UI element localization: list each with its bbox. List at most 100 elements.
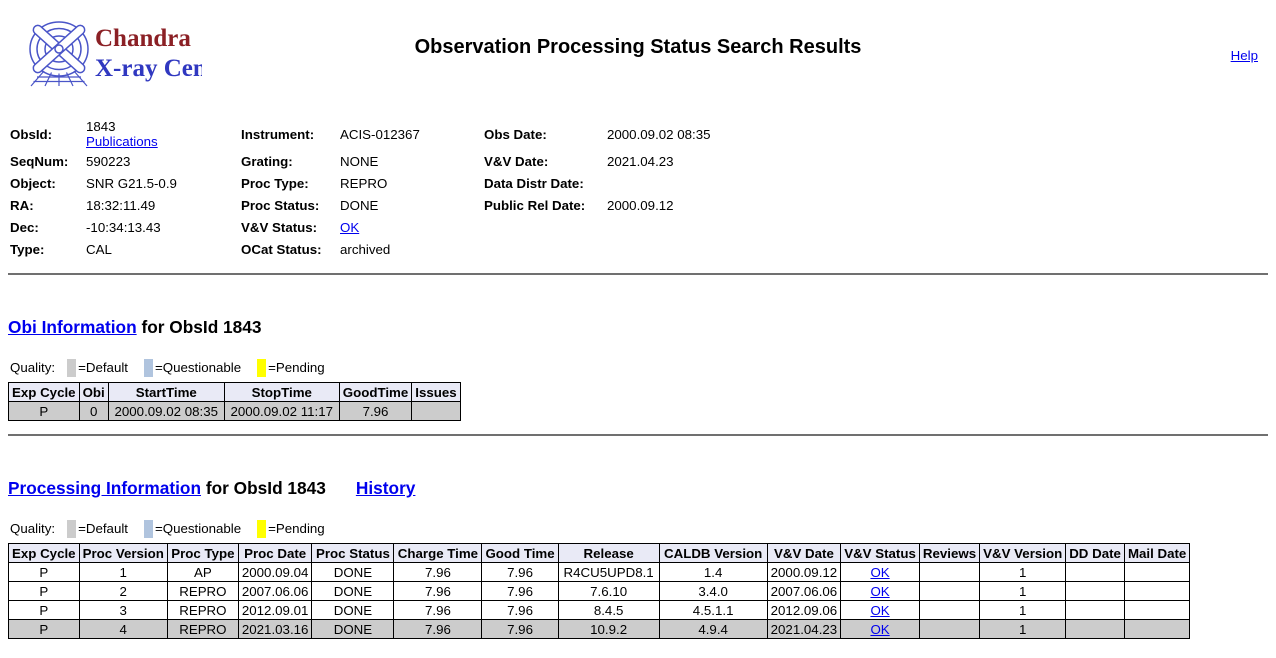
column-header: Exp Cycle (9, 544, 80, 563)
quality-swatch-questionable (144, 359, 153, 377)
detail-label: Grating: (239, 150, 338, 172)
detail-value: NONE (338, 150, 482, 172)
column-header: Good Time (482, 544, 558, 563)
vv-status-link[interactable]: OK (340, 220, 359, 235)
quality-swatch-default (67, 520, 76, 538)
table-cell (1124, 582, 1189, 601)
table-cell: 2007.06.06 (238, 582, 312, 601)
table-cell: 2000.09.02 11:17 (224, 402, 339, 421)
column-header: V&V Status (841, 544, 920, 563)
table-cell: 1 (980, 620, 1066, 639)
details-table: ObsId:1843PublicationsInstrument:ACIS-01… (8, 118, 713, 260)
column-header: DD Date (1066, 544, 1125, 563)
detail-label (482, 216, 605, 238)
logo-ground-grid (31, 71, 87, 86)
table-row: P4REPRO2021.03.16DONE7.967.9610.9.24.9.4… (9, 620, 1190, 639)
help-link[interactable]: Help (1231, 48, 1258, 63)
detail-label: Public Rel Date: (482, 194, 605, 216)
table-cell: 2000.09.12 (767, 563, 841, 582)
table-cell: 10.9.2 (558, 620, 659, 639)
column-header: CALDB Version (659, 544, 767, 563)
detail-value: SNR G21.5-0.9 (84, 172, 239, 194)
table-cell (1066, 601, 1125, 620)
page-title: Observation Processing Status Search Res… (8, 36, 1268, 59)
table-cell: 3.4.0 (659, 582, 767, 601)
detail-value: ACIS-012367 (338, 118, 482, 150)
vv-status-ok-link[interactable]: OK (870, 603, 889, 618)
table-cell: 1 (980, 601, 1066, 620)
quality-swatch-default (67, 359, 76, 377)
table-cell: 2021.04.23 (767, 620, 841, 639)
table-cell: 1 (980, 563, 1066, 582)
table-cell: 4 (79, 620, 167, 639)
history-link[interactable]: History (356, 478, 416, 498)
column-header: Proc Status (312, 544, 394, 563)
column-header: GoodTime (339, 383, 412, 402)
table-cell (919, 601, 979, 620)
table-row: P3REPRO2012.09.01DONE7.967.968.4.54.5.1.… (9, 601, 1190, 620)
obi-information-link[interactable]: Obi Information (8, 317, 137, 337)
details-body: ObsId:1843PublicationsInstrument:ACIS-01… (8, 118, 713, 260)
table-cell (1066, 563, 1125, 582)
table-row: P02000.09.02 08:352000.09.02 11:177.96 (9, 402, 461, 421)
column-header: Proc Date (238, 544, 312, 563)
section-divider (8, 273, 1268, 275)
page-header: Chandra X-ray Center Observation Process… (8, 8, 1268, 96)
table-cell (919, 582, 979, 601)
table-cell: 1 (79, 563, 167, 582)
detail-label: Type: (8, 238, 84, 260)
column-header: V&V Date (767, 544, 841, 563)
processing-heading-suffix: for ObsId 1843 (201, 478, 326, 498)
details-row: Dec:-10:34:13.43V&V Status:OK (8, 216, 713, 238)
detail-label: SeqNum: (8, 150, 84, 172)
table-cell: 7.96 (482, 601, 558, 620)
column-header: Release (558, 544, 659, 563)
detail-label: Proc Status: (239, 194, 338, 216)
quality-label: Quality: (10, 521, 55, 536)
quality-swatch-pending (257, 359, 266, 377)
detail-label: Dec: (8, 216, 84, 238)
table-cell: OK (841, 601, 920, 620)
detail-value (605, 216, 713, 238)
detail-value (605, 238, 713, 260)
quality-item-label: =Default (78, 360, 128, 375)
quality-swatch-pending (257, 520, 266, 538)
vv-status-ok-link[interactable]: OK (870, 565, 889, 580)
details-row: RA:18:32:11.49Proc Status:DONEPublic Rel… (8, 194, 713, 216)
detail-value: archived (338, 238, 482, 260)
quality-item-label: =Questionable (155, 521, 241, 536)
table-cell: OK (841, 582, 920, 601)
column-header: StopTime (224, 383, 339, 402)
obi-heading-suffix: for ObsId 1843 (137, 317, 262, 337)
details-row: ObsId:1843PublicationsInstrument:ACIS-01… (8, 118, 713, 150)
table-cell: 2 (79, 582, 167, 601)
table-cell: P (9, 563, 80, 582)
table-cell: 7.96 (482, 620, 558, 639)
table-cell: 7.96 (394, 620, 482, 639)
table-cell: 7.6.10 (558, 582, 659, 601)
table-cell: P (9, 402, 80, 421)
column-header: Mail Date (1124, 544, 1189, 563)
processing-information-link[interactable]: Processing Information (8, 478, 201, 498)
column-header: V&V Version (980, 544, 1066, 563)
table-cell: 4.5.1.1 (659, 601, 767, 620)
table-cell: P (9, 620, 80, 639)
table-cell: 7.96 (394, 601, 482, 620)
table-cell: 0 (79, 402, 108, 421)
quality-item-label: =Questionable (155, 360, 241, 375)
table-cell: P (9, 601, 80, 620)
table-cell: 4.9.4 (659, 620, 767, 639)
detail-label: Data Distr Date: (482, 172, 605, 194)
vv-status-ok-link[interactable]: OK (870, 622, 889, 637)
vv-status-ok-link[interactable]: OK (870, 584, 889, 599)
table-cell: REPRO (167, 601, 238, 620)
details-row: Type:CALOCat Status:archived (8, 238, 713, 260)
publications-link[interactable]: Publications (86, 134, 158, 149)
table-cell (919, 620, 979, 639)
detail-value: -10:34:13.43 (84, 216, 239, 238)
table-cell: 3 (79, 601, 167, 620)
table-cell (1124, 620, 1189, 639)
detail-label: V&V Date: (482, 150, 605, 172)
logo-text-xray-center: X-ray Center (95, 55, 202, 82)
table-row: P2REPRO2007.06.06DONE7.967.967.6.103.4.0… (9, 582, 1190, 601)
